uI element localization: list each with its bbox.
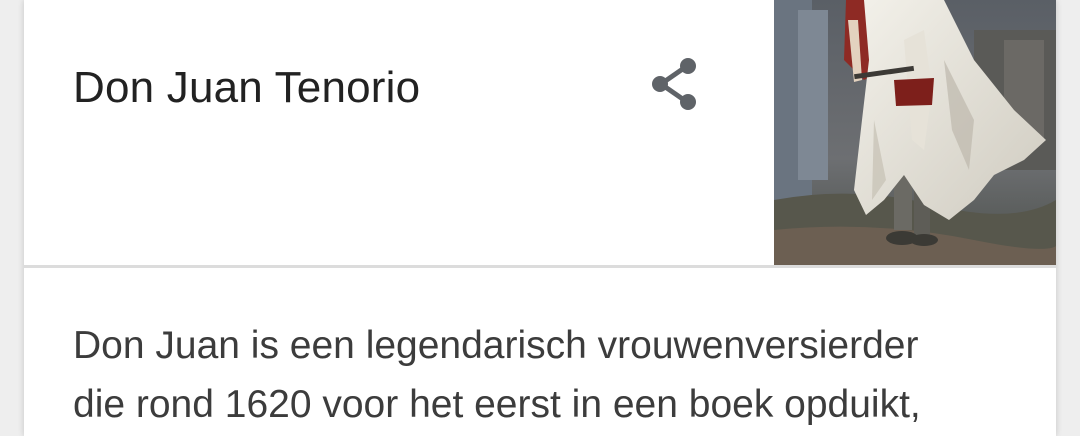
share-button[interactable]	[639, 48, 711, 120]
description-line: die rond 1620 voor het eerst in een boek…	[73, 383, 921, 426]
card-description: Don Juan is een legendarisch vrouwenvers…	[73, 316, 1023, 434]
share-icon	[652, 58, 696, 110]
card-title: Don Juan Tenorio	[73, 63, 421, 112]
painting-image	[774, 0, 1056, 265]
screen: Don Juan Tenorio Don Juan is een legenda…	[0, 0, 1080, 436]
knowledge-card: Don Juan Tenorio Don Juan is een legenda…	[24, 0, 1056, 436]
card-thumbnail[interactable]	[774, 0, 1056, 265]
card-divider	[24, 265, 1056, 268]
card-header: Don Juan Tenorio	[24, 0, 1056, 265]
description-line: Don Juan is een legendarisch vrouwenvers…	[73, 324, 919, 367]
